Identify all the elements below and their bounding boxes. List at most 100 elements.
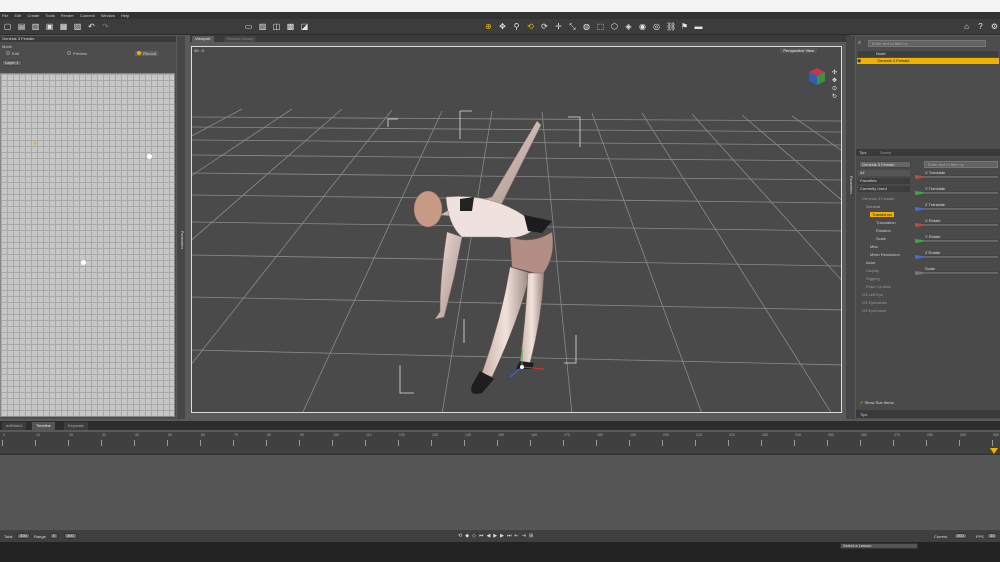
parameters-search-input[interactable]: Enter text to filter by [924, 161, 998, 168]
param-z-translate[interactable]: Z Translate [915, 203, 999, 211]
render-library-icon[interactable]: ◪ [300, 22, 309, 31]
param-y-translate[interactable]: Y Translate [915, 187, 999, 195]
render-settings-icon[interactable]: ▭ [244, 22, 253, 31]
save-image-icon[interactable]: ▩ [286, 22, 295, 31]
prev-key-icon[interactable]: ⇤ [515, 533, 522, 539]
param-slider[interactable] [915, 255, 999, 259]
tree-item-selected[interactable]: Transforms [870, 212, 895, 217]
current-frame-input[interactable]: 300 [954, 533, 967, 539]
translate-icon[interactable]: ⟳ [540, 22, 549, 31]
tree-item[interactable]: G3 Left Eye [862, 292, 883, 297]
range-start-input[interactable]: 0 [50, 533, 59, 539]
tree-item[interactable]: Misc [870, 244, 878, 249]
viewport-toggle-icon[interactable]: ▬ [694, 22, 703, 31]
scene-node-selected[interactable]: Genesis 3 Female [857, 58, 999, 64]
tab-animate2[interactable]: aniMate2 [2, 422, 27, 430]
tree-item[interactable]: G3 Eyelashes [862, 300, 887, 305]
rotate-icon[interactable]: ⟲ [526, 22, 535, 31]
tree-item[interactable]: Actor [866, 260, 875, 265]
menu-window[interactable]: Window [101, 13, 115, 18]
mode-edit[interactable]: Edit [6, 51, 19, 56]
pose-grid-canvas[interactable] [0, 73, 175, 417]
geometry-editor-icon[interactable]: ⬚ [596, 22, 605, 31]
menu-render[interactable]: Render [61, 13, 74, 18]
timeline-ruler[interactable]: 0 10 20 30 40 50 60 70 80 90 100 110 120 130 140 150 160… [0, 432, 1000, 455]
universal-tool-icon[interactable]: ⊕ [484, 22, 493, 31]
tab-tips[interactable]: Tips [860, 412, 867, 417]
tree-item[interactable]: Translation [876, 220, 896, 225]
param-slider[interactable] [915, 191, 999, 195]
group-favorites[interactable]: Favorites [858, 178, 910, 184]
timeline-tracks[interactable] [0, 456, 1000, 530]
surface-tool-icon[interactable]: ◍ [582, 22, 591, 31]
param-slider[interactable] [915, 239, 999, 243]
playhead-icon[interactable] [990, 448, 998, 454]
tab-timeline[interactable]: Timeline [32, 422, 55, 430]
link-icon[interactable]: ⛓ [666, 22, 676, 31]
param-slider[interactable] [915, 175, 999, 179]
pose-handle[interactable] [147, 154, 152, 159]
param-slider[interactable] [915, 223, 999, 227]
key-remove-icon[interactable]: ◇ [472, 533, 479, 539]
view-cube-icon[interactable] [805, 65, 827, 87]
last-frame-icon[interactable]: ⏭ [507, 533, 515, 539]
param-x-translate[interactable]: X Translate [915, 171, 999, 179]
region-nav-icon[interactable]: ⬡ [610, 22, 619, 31]
param-slider[interactable] [915, 271, 999, 275]
menu-tools[interactable]: Tools [45, 13, 54, 18]
param-x-rotate[interactable]: X Rotate [915, 219, 999, 227]
tab-keymate[interactable]: Keymate [64, 422, 88, 430]
pin-icon[interactable]: ⚑ [680, 22, 689, 31]
undo-icon[interactable]: ↶ [87, 22, 96, 31]
pan-icon[interactable]: ✥ [832, 77, 839, 85]
next-frame-icon[interactable]: ▶ [500, 533, 507, 539]
redo-icon[interactable]: ↷ [101, 22, 110, 31]
tree-item[interactable]: Rotation [876, 228, 891, 233]
tree-item[interactable]: Display [866, 268, 879, 273]
tab-render-library[interactable]: Render Library [224, 36, 257, 42]
new-file-icon[interactable]: ▢ [3, 22, 12, 31]
scene-search-input[interactable]: Enter text to filter by [868, 40, 986, 47]
layer-dropdown[interactable]: Layer 1 [2, 60, 22, 66]
vertical-tab-parameters[interactable]: Parameters [847, 176, 853, 194]
menu-help[interactable]: Help [121, 13, 129, 18]
joint-editor-icon[interactable]: ⤡ [568, 22, 577, 31]
group-all[interactable]: All [858, 170, 910, 176]
snap-icon[interactable]: ⊞ [529, 533, 536, 539]
reset-view-icon[interactable]: ↻ [832, 93, 839, 101]
3d-viewport[interactable]: 40 : 0 Perspective View ✣ ✥ ⊙ ↻ [191, 46, 842, 413]
tab-scene[interactable]: Scene [880, 150, 891, 155]
pose-handle[interactable] [81, 260, 86, 265]
tree-item[interactable]: Genesis 3 Female [862, 196, 894, 201]
merge-icon[interactable]: ▧ [73, 22, 82, 31]
save-as-icon[interactable]: ▦ [59, 22, 68, 31]
menu-connect[interactable]: Connect [80, 13, 95, 18]
range-end-input[interactable]: 300 [64, 533, 77, 539]
param-y-rotate[interactable]: Y Rotate [915, 235, 999, 243]
group-currently-used[interactable]: Currently Used [858, 186, 910, 192]
figure-setup-icon[interactable]: ◈ [624, 22, 633, 31]
camera-icon[interactable]: ◎ [652, 22, 661, 31]
fps-input[interactable]: 30 [987, 533, 998, 539]
open-recent-icon[interactable]: ▥ [31, 22, 40, 31]
tree-item[interactable]: Mesh Resolution [870, 252, 900, 257]
tree-item[interactable]: General [866, 204, 880, 209]
render-icon[interactable]: ▨ [258, 22, 267, 31]
show-sub-items-checkbox[interactable]: ✔ Show Sub Items [860, 400, 894, 405]
lesson-dropdown[interactable]: Select a Lesson [840, 543, 918, 549]
save-icon[interactable]: ▣ [45, 22, 54, 31]
morph-icon[interactable]: ◉ [638, 22, 647, 31]
zoom-icon[interactable]: ⊙ [832, 85, 839, 93]
settings-icon[interactable]: ⚙ [990, 22, 999, 31]
home-icon[interactable]: ⌂ [962, 22, 971, 31]
scale-icon[interactable]: ✛ [554, 22, 563, 31]
vertical-tab-parameters[interactable]: Parameters [178, 231, 184, 249]
tab-viewport[interactable]: Viewport [192, 36, 214, 42]
mode-record[interactable]: Record [135, 50, 159, 56]
node-dropdown[interactable]: Genesis 3 Female [859, 161, 911, 168]
open-folder-icon[interactable]: ▤ [17, 22, 26, 31]
tree-item[interactable]: Pose Controls [866, 284, 891, 289]
tree-item[interactable]: Scale [876, 236, 886, 241]
param-scale[interactable]: Scale [915, 267, 999, 275]
tree-item[interactable]: Rigging [866, 276, 880, 281]
